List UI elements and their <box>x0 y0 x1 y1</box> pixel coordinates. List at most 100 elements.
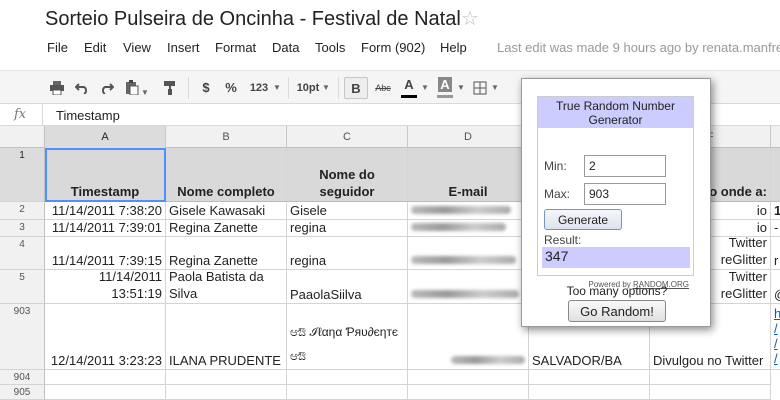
table-cell[interactable] <box>166 385 287 400</box>
fill-color-button[interactable]: A <box>434 77 456 99</box>
menu-view[interactable]: View <box>123 40 151 55</box>
link-fragment[interactable]: / <box>774 336 778 351</box>
row-header[interactable]: 1 <box>0 148 45 202</box>
table-cell[interactable]: 11/14/2011 13:51:19 <box>45 270 166 304</box>
chevron-down-icon[interactable]: ▼ <box>490 77 500 99</box>
table-cell[interactable] <box>287 370 408 385</box>
too-many-options-text: Too many options? <box>566 284 668 298</box>
table-cell[interactable]: 11/14/2011 7:39:15 <box>45 237 166 270</box>
menu-format[interactable]: Format <box>215 40 256 55</box>
table-cell[interactable]: 12/14/2011 3:23:23 <box>45 304 166 370</box>
redacted-email-cell[interactable] <box>408 270 529 304</box>
row-header[interactable]: 2 <box>0 202 45 220</box>
formula-input[interactable]: Timestamp <box>56 108 120 123</box>
paste-icon[interactable]: ▼ <box>123 77 151 99</box>
menu-file[interactable]: File <box>47 40 68 55</box>
undo-icon[interactable] <box>73 77 91 99</box>
table-cell[interactable]: ಆಔ ℐℓαηα Ƥяυ∂єηтє ಆಔ <box>287 304 408 370</box>
table-cell[interactable]: Regina Zanette <box>166 237 287 270</box>
header-cell-g[interactable] <box>771 148 780 202</box>
column-header-b[interactable]: B <box>166 126 287 148</box>
table-cell[interactable]: regina <box>287 220 408 237</box>
table-cell[interactable] <box>529 370 650 385</box>
formula-bar-separator <box>42 104 43 126</box>
last-edit-notice[interactable]: Last edit was made 9 hours ago by renata… <box>497 40 780 55</box>
table-cell[interactable]: r <box>771 237 780 270</box>
strikethrough-button[interactable]: Abc <box>373 77 393 99</box>
table-cell[interactable] <box>408 370 529 385</box>
table-cell[interactable]: h / / / <box>771 304 780 370</box>
number-format-button[interactable]: 123 <box>246 77 272 99</box>
chevron-down-icon[interactable]: ▼ <box>321 77 331 99</box>
table-cell[interactable]: 11/14/2011 7:39:01 <box>45 220 166 237</box>
table-cell[interactable] <box>408 385 529 400</box>
link-fragment[interactable]: / <box>774 351 778 366</box>
table-cell[interactable]: regina <box>287 237 408 270</box>
row-header[interactable]: 904 <box>0 370 45 385</box>
generate-button[interactable]: Generate <box>544 209 622 230</box>
header-cell-timestamp[interactable]: Timestamp <box>45 148 166 202</box>
document-title[interactable]: Sorteio Pulseira de Oncinha - Festival d… <box>45 8 461 31</box>
table-cell[interactable]: 11/14/2011 7:38:20 <box>45 202 166 220</box>
table-cell[interactable]: Paola Batista da Silva <box>166 270 287 304</box>
go-random-button[interactable]: Go Random! <box>568 300 666 322</box>
table-cell[interactable]: 1 <box>771 202 780 220</box>
percent-format-button[interactable]: % <box>223 77 239 99</box>
table-cell[interactable] <box>287 385 408 400</box>
menu-help[interactable]: Help <box>440 40 467 55</box>
column-header-d[interactable]: D <box>408 126 529 148</box>
column-header-g[interactable] <box>771 126 780 148</box>
row-header[interactable]: 905 <box>0 385 45 400</box>
table-cell[interactable]: ILANA PRUDENTE <box>166 304 287 370</box>
header-cell-nome-completo[interactable]: Nome completo <box>166 148 287 202</box>
paint-format-icon[interactable] <box>161 77 179 99</box>
table-cell[interactable]: Gisele <box>287 202 408 220</box>
random-number-popup: True Random Number Generator Min: Max: G… <box>521 78 711 327</box>
borders-icon[interactable] <box>471 77 489 99</box>
table-cell[interactable] <box>45 385 166 400</box>
column-header-c[interactable]: C <box>287 126 408 148</box>
table-cell[interactable]: Gisele Kawasaki <box>166 202 287 220</box>
min-input[interactable] <box>584 155 666 177</box>
font-size-select[interactable]: 10pt <box>295 77 321 99</box>
currency-format-button[interactable]: $ <box>198 77 214 99</box>
chevron-down-icon[interactable]: ▼ <box>456 77 466 99</box>
select-all-corner[interactable] <box>0 126 45 148</box>
table-cell[interactable] <box>650 370 771 385</box>
bold-button[interactable]: B <box>344 77 368 99</box>
menu-form[interactable]: Form (902) <box>361 40 425 55</box>
table-cell[interactable] <box>166 370 287 385</box>
menu-insert[interactable]: Insert <box>167 40 200 55</box>
print-icon[interactable] <box>48 77 66 99</box>
header-cell-email[interactable]: E-mail <box>408 148 529 202</box>
table-cell[interactable] <box>529 385 650 400</box>
menu-edit[interactable]: Edit <box>84 40 106 55</box>
table-cell[interactable]: - <box>771 220 780 237</box>
table-cell[interactable] <box>650 385 771 400</box>
row-header[interactable]: 903 <box>0 304 45 370</box>
chevron-down-icon[interactable]: ▼ <box>272 77 282 99</box>
redacted-email-cell[interactable] <box>408 304 529 370</box>
link-fragment[interactable]: / <box>774 321 778 336</box>
table-cell[interactable]: @ <box>771 270 780 304</box>
table-cell[interactable]: PaaolaSiilva <box>287 270 408 304</box>
menu-tools[interactable]: Tools <box>315 40 345 55</box>
row-header[interactable]: 3 <box>0 220 45 237</box>
table-cell[interactable]: Regina Zanette <box>166 220 287 237</box>
chevron-down-icon[interactable]: ▼ <box>420 77 430 99</box>
column-header-a[interactable]: A <box>45 126 166 148</box>
redacted-email-cell[interactable] <box>408 202 529 220</box>
star-icon[interactable]: ☆ <box>461 6 479 31</box>
table-cell[interactable] <box>45 370 166 385</box>
redacted-email-cell[interactable] <box>408 237 529 270</box>
max-input[interactable] <box>584 183 666 205</box>
text-color-swatch <box>401 95 417 98</box>
menu-data[interactable]: Data <box>272 40 299 55</box>
redo-icon[interactable] <box>98 77 116 99</box>
redacted-email-cell[interactable] <box>408 220 529 237</box>
header-cell-nome-seguidor[interactable]: Nome do seguidor <box>287 148 408 202</box>
link-fragment[interactable]: h <box>774 306 780 321</box>
row-header[interactable]: 5 <box>0 270 45 304</box>
text-color-button[interactable]: A <box>398 77 420 99</box>
row-header[interactable]: 4 <box>0 237 45 270</box>
